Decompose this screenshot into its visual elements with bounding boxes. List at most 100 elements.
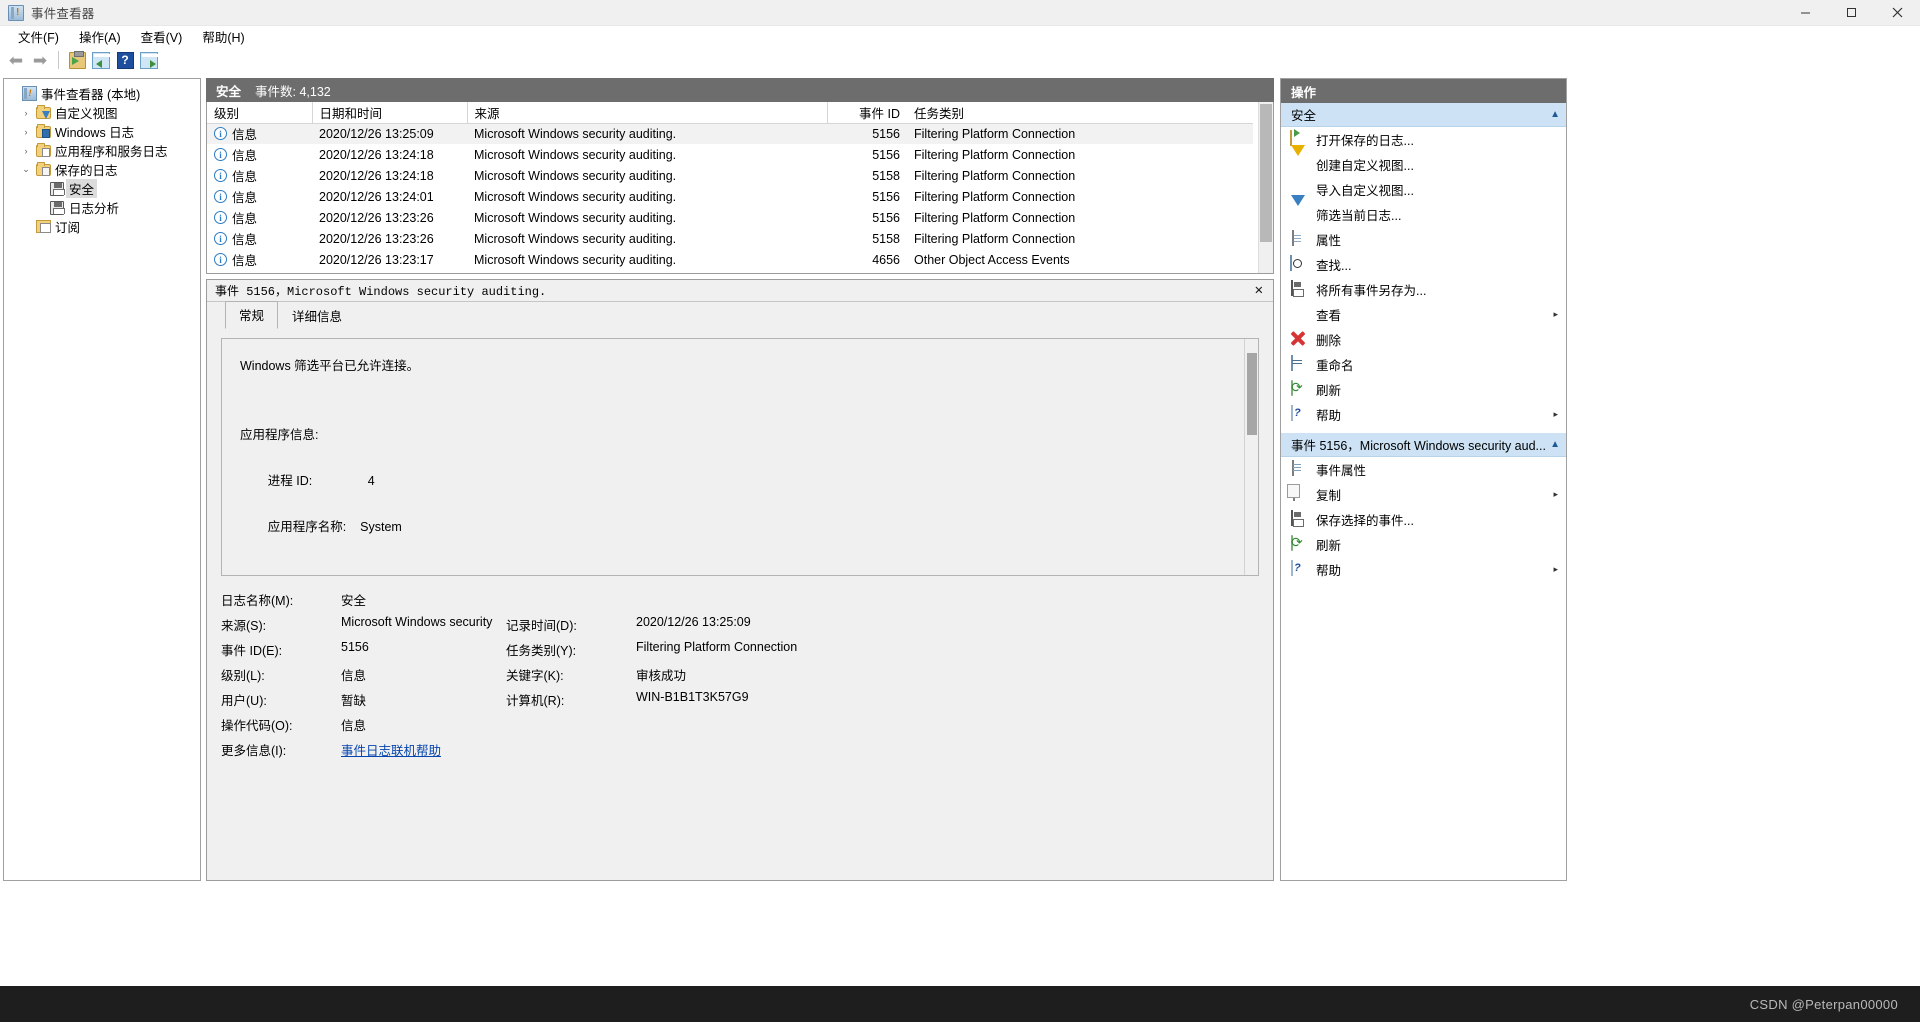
action-label: 查找... (1316, 259, 1352, 273)
cell-datetime: 2020/12/26 13:25:09 (312, 123, 467, 144)
action-rename[interactable]: 重命名 (1281, 352, 1566, 377)
action-label: 查看 (1316, 309, 1342, 323)
maximize-button[interactable] (1828, 0, 1874, 26)
cell-task: Filtering Platform Connection (914, 210, 1076, 225)
tree-item-security[interactable]: 安全 (4, 179, 200, 198)
tab-details[interactable]: 详细信息 (278, 302, 356, 329)
column-header-datetime[interactable]: 日期和时间 (312, 102, 468, 124)
actions-pane-header: 操作 (1281, 79, 1566, 103)
close-button[interactable] (1874, 0, 1920, 26)
action-filter-current-log[interactable]: 筛选当前日志... (1281, 195, 1566, 227)
action-help-2[interactable]: 帮助 ▸ (1281, 557, 1566, 582)
window-right-icon (140, 51, 158, 69)
chevron-up-icon[interactable]: ▲ (1550, 439, 1560, 450)
action-find[interactable]: 查找... (1281, 252, 1566, 277)
event-list-scrollbar[interactable] (1258, 102, 1273, 273)
action-view[interactable]: 查看 ▸ (1281, 302, 1566, 327)
submenu-arrow-icon: ▸ (1553, 309, 1558, 319)
event-description-box: Windows 筛选平台已允许连接。 应用程序信息: 进程 ID: 4 应用程序… (221, 338, 1259, 576)
cell-datetime: 2020/12/26 13:23:26 (319, 231, 434, 246)
floppy-icon (48, 200, 66, 215)
menu-help[interactable]: 帮助(H) (192, 25, 254, 48)
cell-task: Filtering Platform Connection (914, 189, 1076, 204)
table-row[interactable]: i 信息 2020/12/26 13:24:01 Microsoft Window… (207, 186, 1253, 207)
meta-label-user: 用户(U): (221, 694, 267, 708)
column-header-source[interactable]: 来源 (467, 102, 828, 124)
action-copy[interactable]: 复制 ▸ (1281, 482, 1566, 507)
tree-item-event-viewer-root[interactable]: 事件查看器 (本地) (4, 84, 200, 103)
column-header-level[interactable]: 级别 (207, 102, 313, 124)
show-action-view-button[interactable] (138, 49, 160, 71)
meta-label-opcode: 操作代码(O): (221, 719, 293, 733)
column-header-event-id[interactable]: 事件 ID (827, 102, 907, 124)
submenu-arrow-icon: ▸ (1553, 564, 1558, 574)
menu-file[interactable]: 文件(F) (8, 25, 69, 48)
tree-item-log-analysis[interactable]: 日志分析 (4, 198, 200, 217)
meta-row-opcode: 操作代码(O): 信息 (221, 715, 1259, 740)
description-scrollbar[interactable] (1244, 339, 1258, 575)
tree-item-applications-and-services-logs[interactable]: › 应用程序和服务日志 (4, 141, 200, 160)
menu-action[interactable]: 操作(A) (69, 25, 131, 48)
detail-body: Windows 筛选平台已允许连接。 应用程序信息: 进程 ID: 4 应用程序… (221, 328, 1259, 880)
action-refresh-2[interactable]: 刷新 (1281, 532, 1566, 557)
cell-event-id: 5156 (872, 210, 900, 225)
table-row[interactable]: i 信息 2020/12/26 13:24:18 Microsoft Window… (207, 165, 1253, 186)
blank-icon (1290, 306, 1307, 323)
folder-lines-icon (34, 161, 52, 176)
action-refresh[interactable]: 刷新 (1281, 377, 1566, 402)
menu-bar: 文件(F) 操作(A) 查看(V) 帮助(H) (0, 26, 1920, 47)
cell-level: i 信息 (207, 228, 312, 249)
actions-group-event-header[interactable]: 事件 5156，Microsoft Windows security aud..… (1281, 433, 1566, 457)
action-save-selected-events[interactable]: 保存选择的事件... (1281, 507, 1566, 532)
table-row[interactable]: i 信息 2020/12/26 13:23:17 Microsoft Window… (207, 249, 1253, 270)
action-properties[interactable]: 属性 (1281, 227, 1566, 252)
show-console-tree-button[interactable] (90, 49, 112, 71)
scrollbar-thumb[interactable] (1260, 104, 1272, 242)
tree-item-label: 应用程序和服务日志 (55, 145, 168, 159)
action-import-custom-view[interactable]: 导入自定义视图... (1281, 177, 1566, 202)
refresh-icon (1290, 380, 1307, 398)
action-event-properties[interactable]: 事件属性 (1281, 457, 1566, 482)
action-label: 创建自定义视图... (1316, 159, 1414, 173)
table-row[interactable]: i 信息 2020/12/26 13:24:18 Microsoft Window… (207, 144, 1253, 165)
tree-item-windows-logs[interactable]: › Windows 日志 (4, 122, 200, 141)
table-row[interactable]: i 信息 2020/12/26 13:25:09 Microsoft Window… (207, 123, 1253, 144)
minimize-button[interactable] (1782, 0, 1828, 26)
toolbar-help-button[interactable]: ? (114, 49, 136, 71)
cell-event-id: 5156 (872, 147, 900, 162)
close-icon[interactable]: ✕ (1251, 284, 1267, 298)
meta-row-level: 级别(L): 信息 关键字(K): 审核成功 (221, 665, 1259, 690)
scrollbar-thumb[interactable] (1247, 353, 1257, 435)
table-row[interactable]: i 信息 2020/12/26 13:23:26 Microsoft Window… (207, 228, 1253, 249)
tree-item-subscriptions[interactable]: 订阅 (4, 217, 200, 236)
menu-view[interactable]: 查看(V) (131, 25, 193, 48)
action-label: 打开保存的日志... (1316, 134, 1414, 148)
meta-label-task-category: 任务类别(Y): (506, 644, 577, 658)
tree-chevron-icon[interactable]: ⌄ (18, 164, 34, 175)
meta-value-event-id: 5156 (341, 640, 369, 654)
tree-item-label: 日志分析 (69, 202, 120, 216)
event-list-container: 级别 日期和时间 来源 事件 ID 任务类别 i 信息 2020/12/26 13… (206, 102, 1274, 274)
forward-button[interactable]: ➡ (29, 49, 51, 71)
tree-chevron-icon[interactable]: › (18, 108, 34, 118)
action-create-custom-view[interactable]: 创建自定义视图... (1281, 145, 1566, 177)
event-log-online-help-link[interactable]: 事件日志联机帮助 (341, 740, 506, 759)
show-action-pane-button[interactable] (66, 49, 88, 71)
action-save-all-events-as[interactable]: 将所有事件另存为... (1281, 277, 1566, 302)
tree-item-custom-views[interactable]: › 自定义视图 (4, 103, 200, 122)
action-help[interactable]: 帮助 ▸ (1281, 402, 1566, 427)
actions-group-security-header[interactable]: 安全 ▲ (1281, 103, 1566, 127)
action-open-saved-log[interactable]: 打开保存的日志... (1281, 127, 1566, 152)
action-delete[interactable]: 删除 (1281, 327, 1566, 352)
action-label: 刷新 (1316, 539, 1342, 553)
chevron-up-icon[interactable]: ▲ (1550, 109, 1560, 120)
submenu-arrow-icon: ▸ (1553, 409, 1558, 419)
tree-chevron-icon[interactable]: › (18, 127, 34, 137)
help-icon: ? (116, 51, 134, 69)
tab-general[interactable]: 常规 (225, 301, 279, 329)
back-button[interactable]: ⬅ (5, 49, 27, 71)
column-header-task-category[interactable]: 任务类别 (907, 102, 1253, 124)
tree-chevron-icon[interactable]: › (18, 146, 34, 156)
table-row[interactable]: i 信息 2020/12/26 13:23:26 Microsoft Window… (207, 207, 1253, 228)
tree-item-saved-logs[interactable]: ⌄ 保存的日志 (4, 160, 200, 179)
